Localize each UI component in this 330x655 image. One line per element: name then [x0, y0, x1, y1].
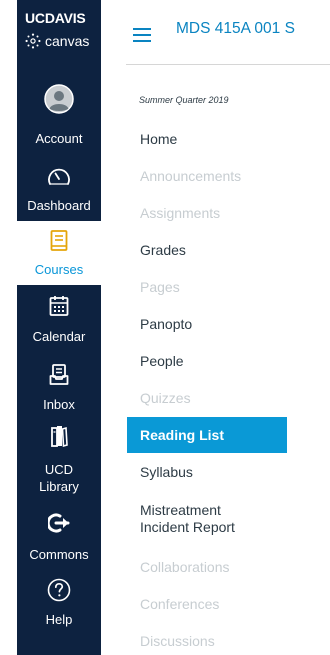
book-icon — [17, 230, 101, 252]
course-nav-discussions[interactable]: Discussions — [127, 623, 287, 655]
commons-arrow-icon — [17, 512, 101, 534]
course-nav-home[interactable]: Home — [127, 121, 287, 157]
course-nav-assignments[interactable]: Assignments — [127, 195, 287, 231]
global-nav-library-label-line2: Library — [39, 479, 79, 494]
course-nav-panopto[interactable]: Panopto — [127, 306, 287, 342]
global-nav-account-label: Account — [35, 131, 83, 146]
course-nav-announcements[interactable]: Announcements — [127, 158, 287, 194]
header-divider — [126, 64, 330, 65]
global-nav-commons[interactable]: Commons — [17, 512, 101, 564]
speedometer-icon — [17, 166, 101, 188]
course-nav-syllabus[interactable]: Syllabus — [127, 454, 287, 490]
global-nav-dashboard[interactable]: Dashboard — [17, 164, 101, 218]
global-nav-library-label-line1: UCD — [44, 462, 74, 477]
hamburger-menu-icon[interactable] — [133, 28, 151, 42]
canvas-logo-icon — [25, 33, 41, 49]
global-nav-inbox[interactable]: Inbox — [17, 361, 101, 413]
global-nav-dashboard-label: Dashboard — [27, 198, 91, 213]
inbox-icon — [17, 364, 101, 386]
course-nav-mistreatment-label-line1: Mistreatment — [140, 502, 221, 518]
course-nav-reading-list[interactable]: Reading List — [127, 417, 287, 453]
global-nav-inbox-label: Inbox — [43, 397, 75, 412]
global-nav-courses-label: Courses — [34, 262, 84, 277]
logo-wordmark: UCDAVIS — [25, 10, 86, 26]
global-nav-help[interactable]: Help — [17, 578, 101, 630]
global-nav-calendar-label: Calendar — [32, 329, 86, 344]
global-nav-calendar[interactable]: Calendar — [17, 295, 101, 351]
course-nav-pages[interactable]: Pages — [127, 269, 287, 305]
logo-uc-text: UC — [25, 10, 45, 26]
breadcrumb-course-title[interactable]: MDS 415A 001 S — [176, 20, 295, 38]
logo-canvas-text: canvas — [45, 33, 90, 49]
help-question-icon — [17, 578, 101, 602]
library-icon — [17, 424, 101, 448]
course-nav-mistreatment-report[interactable]: Mistreatment Incident Report — [127, 496, 287, 542]
logo-davis-text: DAVIS — [44, 10, 86, 26]
global-nav-library[interactable]: UCD Library — [17, 424, 101, 498]
account-avatar-icon — [17, 84, 101, 114]
global-nav-commons-label: Commons — [29, 547, 89, 562]
ucdavis-canvas-logo[interactable]: UCDAVIS canvas — [17, 0, 101, 62]
course-nav-people[interactable]: People — [127, 343, 287, 379]
course-nav-grades[interactable]: Grades — [127, 232, 287, 268]
course-nav-conferences[interactable]: Conferences — [127, 586, 287, 622]
course-nav-quizzes[interactable]: Quizzes — [127, 380, 287, 416]
global-navigation: UCDAVIS canvas Account Dashboard Courses… — [17, 0, 101, 655]
global-nav-account[interactable]: Account — [17, 84, 101, 150]
term-label: Summer Quarter 2019 — [139, 95, 229, 105]
global-nav-courses[interactable]: Courses — [17, 221, 101, 285]
global-nav-help-label: Help — [45, 612, 73, 627]
logo-canvas: canvas — [25, 33, 89, 49]
course-nav-mistreatment-label-line2: Incident Report — [140, 519, 235, 535]
course-nav-collaborations[interactable]: Collaborations — [127, 549, 287, 585]
calendar-icon — [17, 295, 101, 317]
